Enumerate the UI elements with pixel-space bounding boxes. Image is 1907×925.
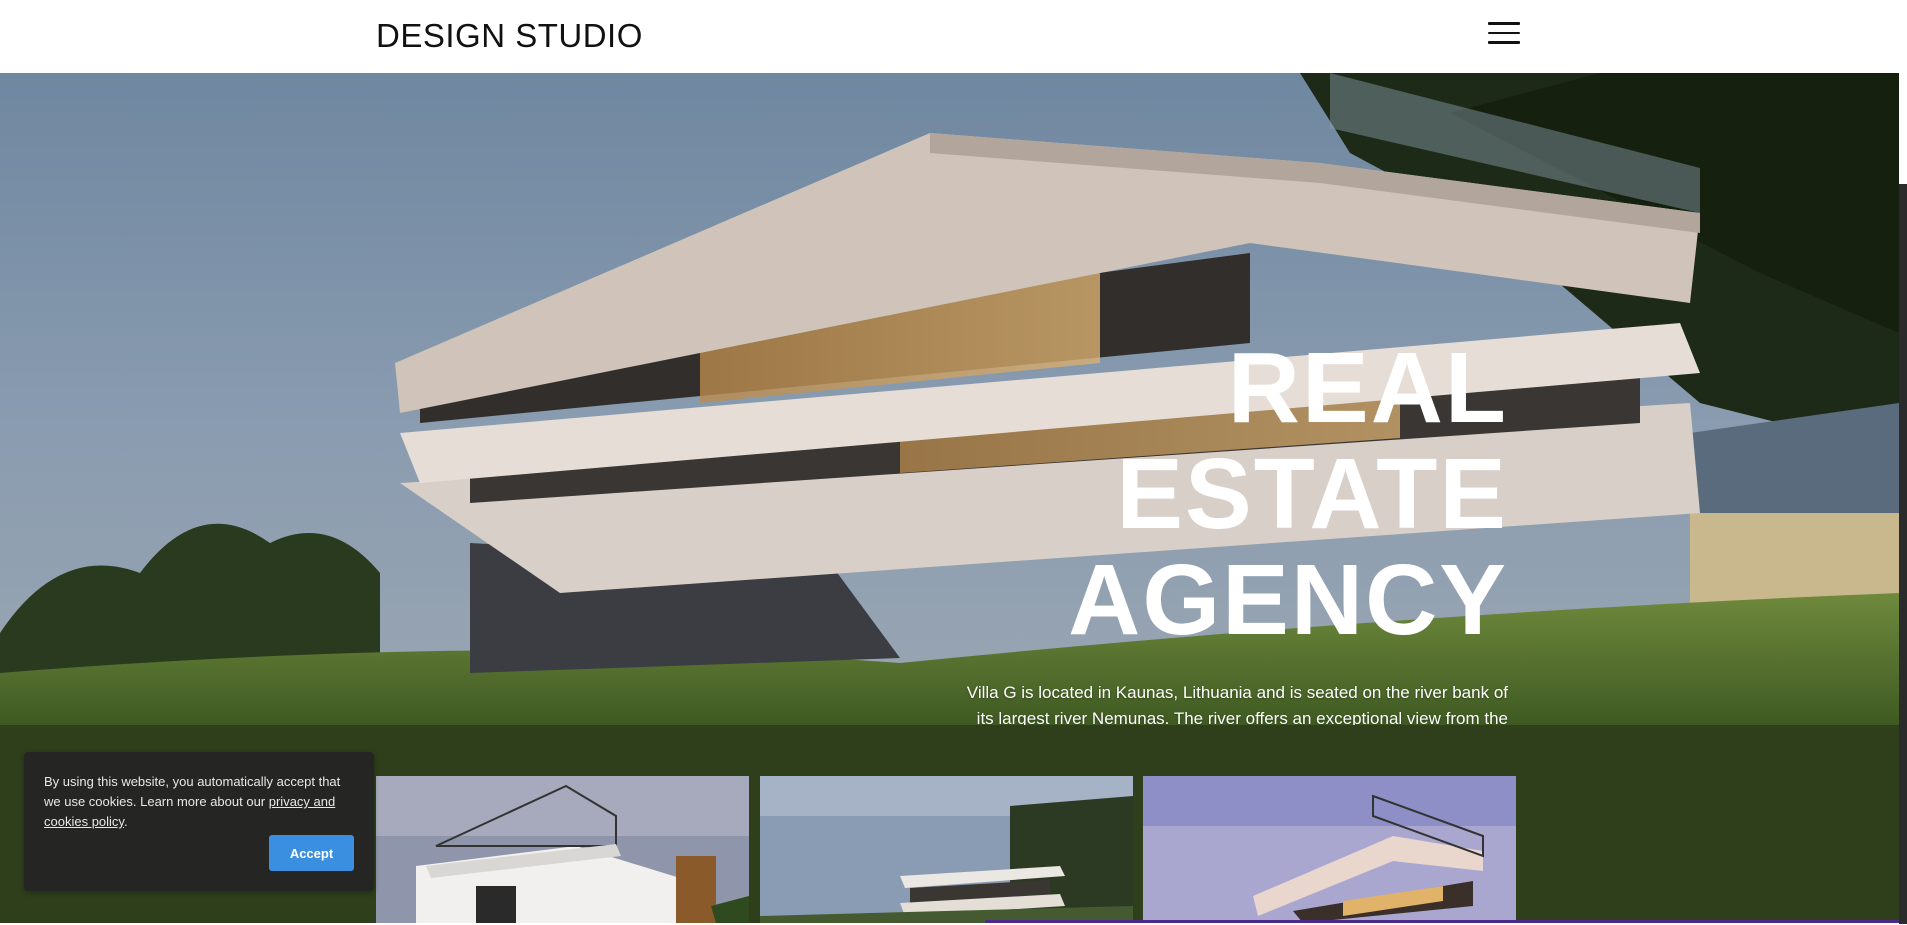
hero-headline: REAL ESTATE AGENCY [1068, 335, 1508, 653]
cookie-banner: By using this website, you automatically… [24, 752, 374, 891]
headline-line-3: AGENCY [1068, 544, 1508, 656]
accept-cookies-button[interactable]: Accept [269, 835, 354, 871]
hero-villa-image [0, 73, 1899, 725]
cookie-message-end: . [123, 814, 128, 829]
site-logo[interactable]: DESIGN STUDIO [376, 17, 643, 55]
gallery-image-2[interactable] [760, 776, 1133, 923]
headline-line-2: ESTATE [1116, 438, 1508, 550]
hamburger-menu-icon[interactable] [1488, 22, 1520, 48]
cookie-text: By using this website, you automatically… [44, 772, 354, 832]
hero-description: Villa G is located in Kaunas, Lithuania … [966, 683, 1508, 725]
gallery-image-3[interactable] [1143, 776, 1516, 923]
site-header: DESIGN STUDIO [0, 0, 1907, 73]
gallery-image-1[interactable] [376, 776, 749, 923]
scrollbar-thumb[interactable] [1899, 184, 1907, 924]
hero-section: REAL ESTATE AGENCY Villa G is located in… [0, 73, 1899, 725]
headline-line-1: REAL [1227, 332, 1508, 444]
